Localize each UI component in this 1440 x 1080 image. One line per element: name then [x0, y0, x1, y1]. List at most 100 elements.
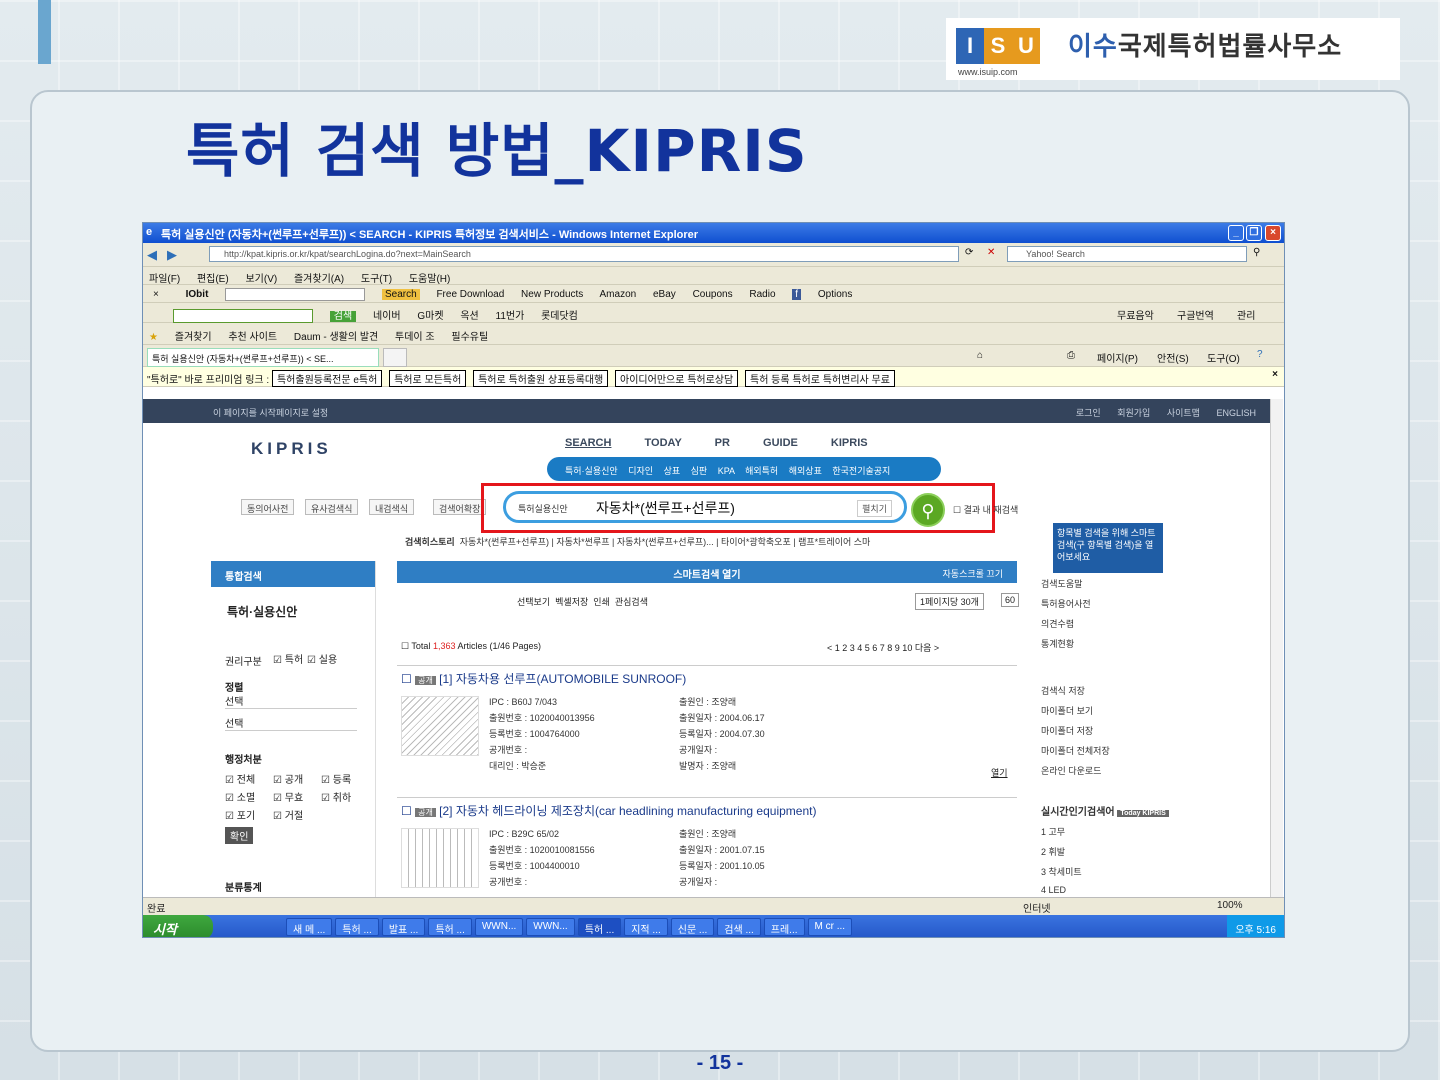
result-thumbnail[interactable]: [401, 828, 479, 888]
taskbar-item[interactable]: M cr ...: [807, 918, 853, 936]
smart-search-open[interactable]: 스마트검색 열기: [673, 570, 740, 581]
side-link-save-query[interactable]: 검색식 저장: [1041, 684, 1211, 697]
safety-menu[interactable]: 안전(S): [1157, 350, 1189, 365]
subnav-patent[interactable]: 특허·실용신안: [565, 466, 618, 476]
auto-scroll-off[interactable]: 자동스크롤 끄기: [943, 567, 1003, 580]
menu-file[interactable]: 파일(F): [149, 274, 180, 285]
view-interest[interactable]: 관심검색: [615, 597, 648, 607]
close-icon[interactable]: ×: [1265, 225, 1281, 241]
print-icon[interactable]: ⎙: [1067, 350, 1075, 361]
fav-recommended[interactable]: 추천 사이트: [228, 332, 277, 343]
view-select[interactable]: 선택보기: [517, 597, 550, 607]
minimize-icon[interactable]: _: [1228, 225, 1244, 241]
fav-daum[interactable]: Daum - 생활의 발견: [294, 332, 378, 343]
link-11st[interactable]: 11번가: [496, 311, 525, 322]
link-lotte[interactable]: 롯데닷컴: [541, 311, 578, 322]
subnav-foreign-patent[interactable]: 해외특허: [745, 466, 778, 476]
admin-all-checkbox[interactable]: ☑ 전체: [225, 771, 255, 786]
side-link-myfolder[interactable]: 마이폴더 보기: [1041, 704, 1211, 717]
toolbar-new-products[interactable]: New Products: [521, 289, 583, 300]
taskbar-item[interactable]: 특허 ...: [428, 918, 472, 936]
side-link-myfolder-save[interactable]: 마이폴더 저장: [1041, 724, 1211, 737]
per-page-apply[interactable]: 60: [1001, 593, 1020, 607]
per-page-select[interactable]: 1페이지당 30개: [915, 593, 984, 610]
menu-help[interactable]: 도움말(H): [409, 274, 450, 285]
subnav-tech[interactable]: 한국전기술공지: [832, 466, 890, 476]
nav-pr[interactable]: PR: [715, 437, 730, 449]
result-title[interactable]: ☐ 공개 [2] 자동차 헤드라이닝 제조장치(car headlining m…: [397, 798, 1017, 819]
realtime-item[interactable]: 4 LED: [1041, 885, 1211, 895]
taskbar-item[interactable]: 지적 ...: [624, 918, 668, 936]
sort-select-2[interactable]: 선택: [225, 715, 357, 731]
view-excel[interactable]: 벡셀저장: [555, 597, 588, 607]
page-scrollbar[interactable]: [1270, 399, 1283, 897]
result-title-text[interactable]: [2] 자동차 헤드라이닝 제조장치(car headlining manufa…: [439, 804, 816, 818]
page-menu[interactable]: 페이지(P): [1097, 350, 1138, 365]
fav-utils[interactable]: 필수유틸: [451, 332, 488, 343]
clock[interactable]: 오후 5:16: [1235, 925, 1276, 936]
pagination[interactable]: < 1 2 3 4 5 6 7 8 9 10 다음 >: [827, 641, 939, 654]
zoom-level[interactable]: 100%: [1217, 900, 1243, 911]
login-link[interactable]: 로그인: [1076, 408, 1101, 418]
help-icon[interactable]: ?: [1257, 349, 1263, 360]
toolbar-ebay[interactable]: eBay: [653, 289, 676, 300]
refresh-icon[interactable]: ⟳: [965, 247, 973, 258]
subnav-kpa[interactable]: KPA: [718, 466, 735, 476]
taskbar-item[interactable]: WWN...: [474, 918, 524, 936]
side-link-stats[interactable]: 통계현황: [1041, 637, 1211, 650]
view-print[interactable]: 인쇄: [593, 597, 610, 607]
toolbar-amazon[interactable]: Amazon: [600, 289, 637, 300]
subnav-foreign-trademark[interactable]: 해외상표: [789, 466, 822, 476]
link-manage[interactable]: 관리: [1237, 307, 1255, 322]
back-icon[interactable]: ◀: [147, 247, 157, 263]
search-icon[interactable]: ⚲: [1253, 247, 1260, 258]
toolbar-coupons[interactable]: Coupons: [693, 289, 733, 300]
forward-icon[interactable]: ▶: [167, 247, 177, 263]
sort-select-1[interactable]: 선택: [225, 693, 357, 709]
link-google-translate[interactable]: 구글번역: [1177, 307, 1214, 322]
side-link-myfolder-saveall[interactable]: 마이폴더 전체저장: [1041, 744, 1211, 757]
admin-invalid-checkbox[interactable]: ☑ 무효: [273, 789, 303, 804]
rights-patent-checkbox[interactable]: ☑ 특허: [273, 651, 303, 666]
taskbar-item[interactable]: 신문 ...: [670, 918, 715, 936]
menu-favorites[interactable]: 즐겨찾기(A): [294, 274, 344, 285]
toolbar-free-download[interactable]: Free Download: [436, 289, 504, 300]
notice-link-5[interactable]: 특허 등록 특허로 특허변리사 무료: [745, 370, 895, 387]
tab-active[interactable]: 특허 실용신안 (자동차+(썬루프+선루프)) < SE...: [147, 348, 379, 367]
link-naver[interactable]: 네이버: [373, 311, 401, 322]
close-toolbar-icon[interactable]: ×: [153, 289, 159, 300]
notice-link-2[interactable]: 특허로 모든특허: [389, 370, 467, 387]
taskbar-item[interactable]: 새 메 ...: [286, 918, 333, 936]
result-title[interactable]: ☐ 공개 [1] 자동차용 선루프(AUTOMOBILE SUNROOF): [397, 666, 1017, 687]
taskbar-item[interactable]: 특허 ...: [335, 918, 379, 936]
favorites-button[interactable]: 즐겨찾기: [175, 332, 212, 343]
link-free-music[interactable]: 무료음악: [1117, 307, 1154, 322]
search-query-input[interactable]: 자동차*(썬루프+선루프): [596, 498, 735, 518]
admin-pub-checkbox[interactable]: ☑ 공개: [273, 771, 303, 786]
home-icon[interactable]: ⌂: [977, 350, 983, 361]
realtime-badge[interactable]: Today KIPRIS: [1117, 810, 1169, 817]
notice-link-1[interactable]: 특허출원등록전문 e특허: [271, 370, 383, 387]
sitemap-link[interactable]: 사이트맵: [1167, 408, 1200, 418]
admin-reject-checkbox[interactable]: ☑ 거절: [273, 807, 303, 822]
stop-icon[interactable]: ✕: [987, 247, 995, 258]
toolbar-search-input[interactable]: [225, 288, 366, 301]
confirm-button[interactable]: 확인: [225, 827, 254, 844]
tools-menu[interactable]: 도구(O): [1207, 350, 1240, 365]
search-category-select[interactable]: 특허실용신안: [518, 502, 568, 515]
naver-search-button[interactable]: 검색: [329, 311, 357, 322]
result-open-link[interactable]: 열기: [991, 766, 1008, 779]
nav-search[interactable]: SEARCH: [565, 437, 611, 449]
address-input[interactable]: http://kpat.kipris.or.kr/kpat/searchLogi…: [209, 246, 959, 262]
expand-button[interactable]: 펼치기: [857, 500, 892, 517]
kipris-logo[interactable]: KIPRIS: [251, 439, 332, 459]
realtime-item[interactable]: 2 휘발: [1041, 845, 1211, 858]
menu-tools[interactable]: 도구(T): [361, 274, 392, 285]
nav-guide[interactable]: GUIDE: [763, 437, 798, 449]
side-link-help[interactable]: 검색도움말: [1041, 577, 1211, 590]
signup-link[interactable]: 회원가입: [1117, 408, 1150, 418]
taskbar-item[interactable]: 발표 ...: [381, 918, 426, 936]
set-homepage-link[interactable]: 이 페이지를 시작페이지로 설정: [213, 406, 328, 419]
history-item[interactable]: 타이어*광학축오포: [721, 537, 791, 547]
integrated-search-tab[interactable]: 통합검색: [211, 561, 375, 587]
